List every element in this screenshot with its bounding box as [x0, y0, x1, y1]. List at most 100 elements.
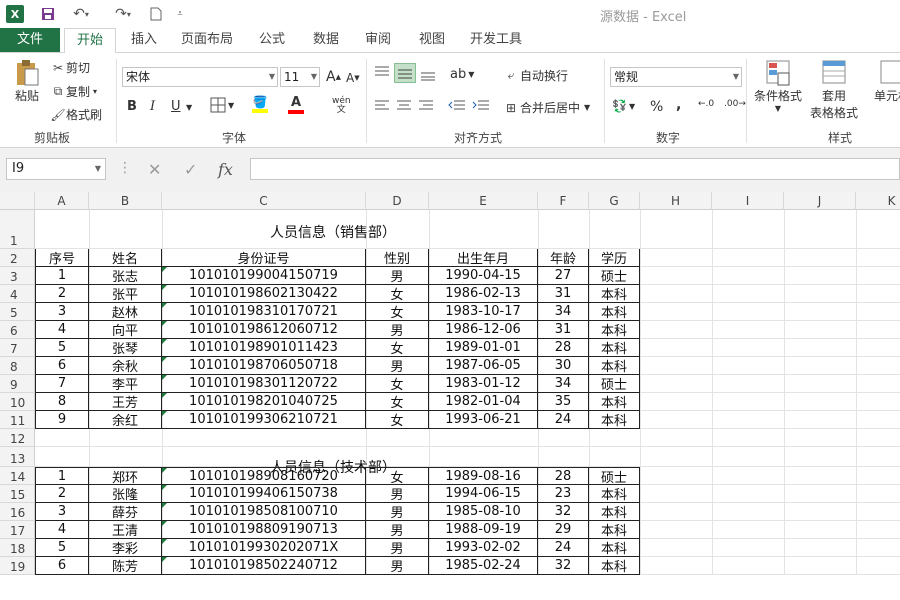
cell-id[interactable]: 101010198310170721 [162, 303, 366, 321]
cell-edu[interactable]: 本科 [589, 411, 640, 429]
copy-button[interactable]: ⧉ 复制 ▾ [50, 83, 97, 100]
cell-gender[interactable]: 男 [366, 521, 429, 539]
cell-age[interactable]: 34 [538, 375, 589, 393]
cell-seq[interactable]: 2 [35, 285, 89, 303]
cell-name[interactable]: 余红 [89, 411, 162, 429]
cell-gender[interactable]: 女 [366, 467, 429, 485]
cell-age[interactable]: 24 [538, 539, 589, 557]
chevron-down-icon[interactable]: ▼ [186, 103, 192, 112]
cell-id[interactable]: 101010199406150738 [162, 485, 366, 503]
column-header-g[interactable]: G [589, 192, 640, 210]
row-header-19[interactable]: 19 [0, 557, 35, 575]
cell-edu[interactable]: 本科 [589, 339, 640, 357]
cell-seq[interactable]: 4 [35, 321, 89, 339]
tab-data[interactable]: 数据 [306, 28, 346, 52]
column-header-c[interactable]: C [162, 192, 366, 210]
cell-seq[interactable]: 3 [35, 503, 89, 521]
row-header-16[interactable]: 16 [0, 503, 35, 521]
cell-id[interactable]: 101010198502240712 [162, 557, 366, 575]
cell-age[interactable]: 23 [538, 485, 589, 503]
column-header-f[interactable]: F [538, 192, 589, 210]
cell-birth[interactable]: 1989-08-16 [429, 467, 538, 485]
cell-edu[interactable]: 本科 [589, 321, 640, 339]
row-header-1[interactable]: 1 [0, 210, 35, 249]
cell-age[interactable]: 24 [538, 411, 589, 429]
cell-age[interactable]: 35 [538, 393, 589, 411]
cell-seq[interactable]: 6 [35, 357, 89, 375]
cell-seq[interactable]: 5 [35, 339, 89, 357]
cell-name[interactable]: 李平 [89, 375, 162, 393]
cell-edu[interactable]: 硕士 [589, 467, 640, 485]
align-left-icon[interactable] [374, 99, 390, 113]
cell-name[interactable]: 王清 [89, 521, 162, 539]
wrap-text-button[interactable]: ⤶ 自动换行 [502, 67, 568, 84]
increase-decimal-icon[interactable]: ←.0 [698, 99, 714, 109]
name-box[interactable]: I9 ▼ [6, 158, 106, 180]
tab-file[interactable]: 文件 [0, 28, 60, 52]
cell-gender[interactable]: 男 [366, 539, 429, 557]
cell-edu[interactable]: 本科 [589, 357, 640, 375]
header-cell-gender[interactable]: 性别 [366, 249, 429, 267]
cell-name[interactable]: 张琴 [89, 339, 162, 357]
cell-birth[interactable]: 1985-08-10 [429, 503, 538, 521]
cell-gender[interactable]: 女 [366, 411, 429, 429]
row-header-7[interactable]: 7 [0, 339, 35, 357]
cell-edu[interactable]: 本科 [589, 303, 640, 321]
cell-id[interactable]: 10101019930202071X [162, 539, 366, 557]
italic-button[interactable]: I [150, 99, 155, 114]
cell-edu[interactable]: 硕士 [589, 267, 640, 285]
formula-input[interactable] [250, 158, 900, 180]
new-doc-icon[interactable] [146, 4, 166, 24]
cell-birth[interactable]: 1988-09-19 [429, 521, 538, 539]
cell-name[interactable]: 张志 [89, 267, 162, 285]
header-cell-seq[interactable]: 序号 [35, 249, 89, 267]
cell-age[interactable]: 32 [538, 503, 589, 521]
format-as-table-button[interactable]: 套用 表格格式 [806, 59, 862, 121]
cell-name[interactable]: 张平 [89, 285, 162, 303]
column-header-d[interactable]: D [366, 192, 429, 210]
decrease-decimal-icon[interactable]: .00→ [724, 99, 746, 109]
worksheet-grid[interactable]: A B C D E F G H I J K 1 人员信息（销售部） 2 序号 姓名 身份证… [0, 192, 900, 600]
row-header-4[interactable]: 4 [0, 285, 35, 303]
cut-button[interactable]: ✂ 剪切 [50, 59, 90, 76]
cell-seq[interactable]: 7 [35, 375, 89, 393]
cell-edu[interactable]: 本科 [589, 285, 640, 303]
row-header-12[interactable]: 12 [0, 429, 35, 447]
cell-gender[interactable]: 男 [366, 321, 429, 339]
cell-gender[interactable]: 男 [366, 357, 429, 375]
cell-name[interactable]: 李彩 [89, 539, 162, 557]
comma-button[interactable]: , [676, 97, 681, 113]
align-middle-icon[interactable] [394, 63, 416, 83]
cell-name[interactable]: 薛芬 [89, 503, 162, 521]
cell-age[interactable]: 27 [538, 267, 589, 285]
header-cell-edu[interactable]: 学历 [589, 249, 640, 267]
cell-id[interactable]: 101010198301120722 [162, 375, 366, 393]
font-name-select[interactable]: 宋体 ▼ [122, 67, 278, 87]
cell-seq[interactable]: 4 [35, 521, 89, 539]
cell-edu[interactable]: 本科 [589, 393, 640, 411]
currency-icon[interactable]: 💱 ▼ [612, 99, 635, 113]
tab-home[interactable]: 开始 [64, 28, 116, 53]
cell-age[interactable]: 34 [538, 303, 589, 321]
underline-button[interactable]: U [171, 99, 181, 114]
cell-name[interactable]: 张隆 [89, 485, 162, 503]
cell-seq[interactable]: 5 [35, 539, 89, 557]
cell-edu[interactable]: 本科 [589, 557, 640, 575]
border-button[interactable]: ▼ [210, 97, 234, 113]
row-header-14[interactable]: 14 [0, 467, 35, 485]
cell-birth[interactable]: 1983-10-17 [429, 303, 538, 321]
cell-birth[interactable]: 1994-06-15 [429, 485, 538, 503]
decrease-indent-icon[interactable] [448, 99, 466, 113]
row-header-15[interactable]: 15 [0, 485, 35, 503]
cell-birth[interactable]: 1986-12-06 [429, 321, 538, 339]
tab-review[interactable]: 审阅 [358, 28, 398, 52]
cell-age[interactable]: 32 [538, 557, 589, 575]
merge-center-button[interactable]: ⊞ 合并后居中 ▼ [502, 99, 590, 116]
cell-edu[interactable]: 硕士 [589, 375, 640, 393]
cell-birth[interactable]: 1993-06-21 [429, 411, 538, 429]
cell-birth[interactable]: 1990-04-15 [429, 267, 538, 285]
column-header-k[interactable]: K [856, 192, 900, 210]
orientation-icon[interactable]: ab ▼ [450, 67, 474, 82]
cell-id[interactable]: 101010198612060712 [162, 321, 366, 339]
cell-id[interactable]: 101010198908160720 [162, 467, 366, 485]
